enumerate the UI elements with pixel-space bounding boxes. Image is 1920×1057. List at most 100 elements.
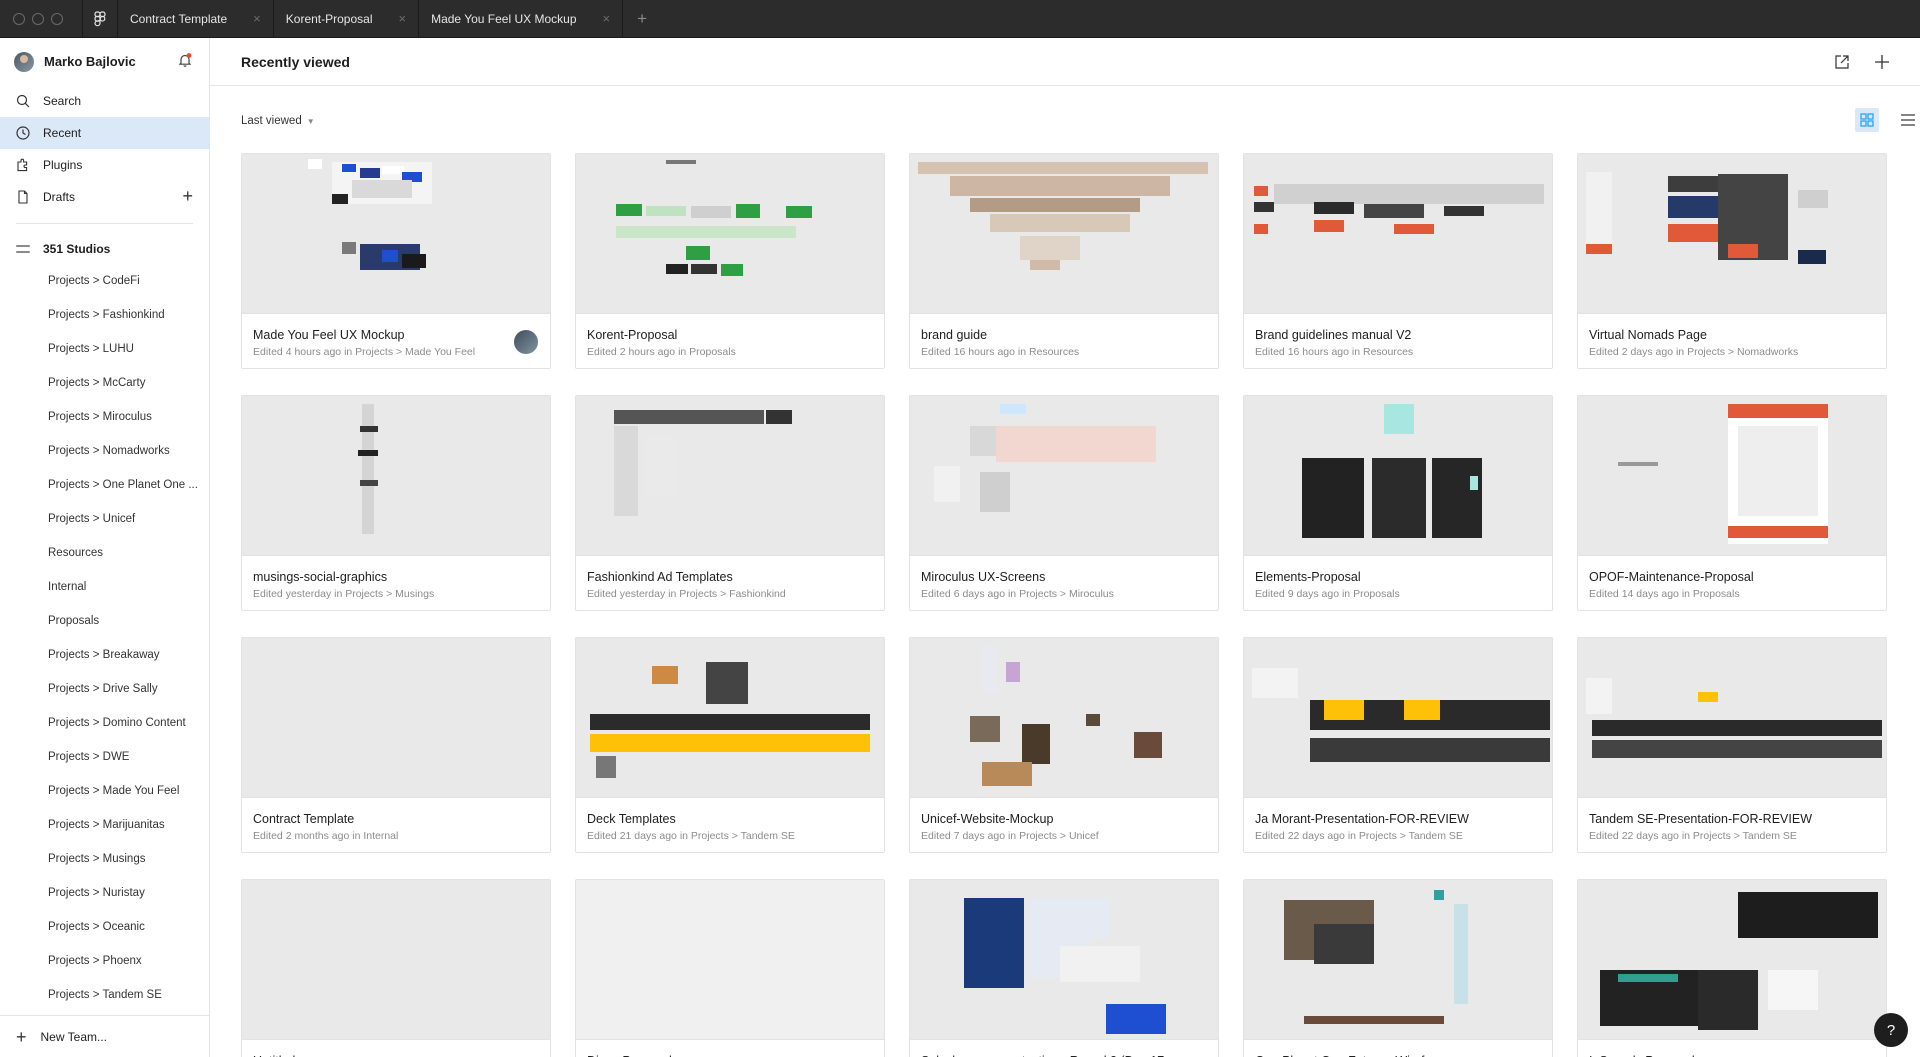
file-title: Deck Templates (587, 812, 676, 826)
sidebar-project-item[interactable]: Projects > Oceanic (0, 910, 209, 944)
file-thumbnail (910, 396, 1218, 556)
maximize-window-button[interactable] (51, 12, 63, 25)
team-header[interactable]: 351 Studios (0, 234, 209, 264)
file-card[interactable]: One Planet One Future - Wireframe (1243, 879, 1553, 1057)
tab-made-you-feel[interactable]: Made You Feel UX Mockup × (419, 0, 624, 37)
file-card[interactable]: Tandem SE-Presentation-FOR-REVIEW Edited … (1577, 637, 1887, 853)
file-title: Ja Morant-Presentation-FOR-REVIEW (1255, 812, 1469, 826)
sidebar-project-item[interactable]: Projects > CodeFi (0, 264, 209, 298)
file-card[interactable]: Deck Templates Edited 21 days ago in Proj… (575, 637, 885, 853)
account-menu[interactable]: Marko Bajlovic (0, 38, 209, 85)
file-thumbnail (1244, 638, 1552, 798)
file-card[interactable]: Brand guidelines manual V2 Edited 16 hour… (1243, 153, 1553, 369)
file-card[interactable]: Virtual Nomads Page Edited 2 days ago in … (1577, 153, 1887, 369)
file-card[interactable]: Unicef-Website-Mockup Edited 7 days ago i… (909, 637, 1219, 853)
thumbnail-shape (360, 426, 378, 432)
help-button[interactable]: ? (1874, 1013, 1908, 1047)
sidebar-project-item[interactable]: Projects > Domino Content (0, 706, 209, 740)
sort-dropdown[interactable]: Last viewed ▼ (241, 115, 315, 127)
sidebar-project-item[interactable]: Projects > Made You Feel (0, 774, 209, 808)
sidebar-project-item[interactable]: Projects > DWE (0, 740, 209, 774)
file-thumbnail (1578, 154, 1886, 314)
thumbnail-shape (666, 264, 688, 274)
tab-korent-proposal[interactable]: Korent-Proposal × (274, 0, 420, 37)
file-card[interactable]: Miroculus UX-Screens Edited 6 days ago in… (909, 395, 1219, 611)
thumbnail-shape (721, 264, 743, 276)
sidebar-project-item[interactable]: Projects > McCarty (0, 366, 209, 400)
sidebar-item-plugins[interactable]: Plugins (0, 149, 209, 181)
tab-contract-template[interactable]: Contract Template × (118, 0, 274, 37)
sidebar-item-drafts[interactable]: Drafts + (0, 181, 209, 213)
grid-view-icon[interactable] (1855, 108, 1879, 132)
file-card[interactable]: OPOF-Maintenance-Proposal Edited 14 days … (1577, 395, 1887, 611)
close-tab-icon[interactable]: × (253, 12, 261, 25)
file-card[interactable]: Made You Feel UX Mockup Edited 4 hours ag… (241, 153, 551, 369)
divider (16, 223, 193, 224)
file-thumbnail (1578, 396, 1886, 556)
sidebar-project-item[interactable]: Projects > Tandem SE (0, 978, 209, 1012)
sidebar-project-item[interactable]: Resources (0, 536, 209, 570)
import-icon[interactable] (1832, 52, 1852, 72)
user-name: Marko Bajlovic (44, 54, 136, 69)
sidebar-project-item[interactable]: Projects > LUHU (0, 332, 209, 366)
thumbnail-shape (1254, 186, 1268, 196)
file-card[interactable]: musings-social-graphics Edited yesterday … (241, 395, 551, 611)
thumbnail-shape (596, 756, 616, 778)
window-controls (0, 0, 82, 37)
file-card[interactable]: Contract Template Edited 2 months ago in … (241, 637, 551, 853)
sidebar-project-item[interactable]: Projects > Marijuanitas (0, 808, 209, 842)
new-team-button[interactable]: + New Team... (0, 1015, 209, 1057)
file-title: Brand guidelines manual V2 (1255, 328, 1412, 342)
sidebar-project-item[interactable]: Projects > Drive Sally (0, 672, 209, 706)
file-card[interactable]: Dinex Proposal (575, 879, 885, 1057)
sidebar-project-item[interactable]: Projects > Fashionkind (0, 298, 209, 332)
sidebar-project-item[interactable]: Internal (0, 570, 209, 604)
avatar (514, 330, 538, 354)
thumbnail-shape (616, 204, 642, 216)
sidebar-project-item[interactable]: Projects > Phoenx (0, 944, 209, 978)
close-window-button[interactable] (13, 12, 25, 25)
close-tab-icon[interactable]: × (398, 12, 406, 25)
sidebar-item-recent[interactable]: Recent (0, 117, 209, 149)
thumbnail-shape (1586, 678, 1612, 714)
figma-logo-icon[interactable] (82, 0, 118, 38)
sidebar-project-item[interactable]: Projects > Nomadworks (0, 434, 209, 468)
sidebar-project-item[interactable]: Projects > Unicef (0, 502, 209, 536)
sidebar-project-item[interactable]: Projects > Nuristay (0, 876, 209, 910)
chevron-down-icon: ▼ (306, 117, 315, 126)
list-view-icon[interactable] (1896, 108, 1920, 132)
file-card[interactable]: Splash page user testing - Round 2 (Dec … (909, 879, 1219, 1057)
plugin-icon (15, 157, 31, 173)
sidebar-project-item[interactable]: Projects > One Planet One ... (0, 468, 209, 502)
thumbnail-shape (382, 166, 404, 174)
sidebar-item-search[interactable]: Search (0, 85, 209, 117)
file-card[interactable]: Elements-Proposal Edited 9 days ago in Pr… (1243, 395, 1553, 611)
thumbnail-shape (1394, 224, 1434, 234)
file-card[interactable]: Untitled (241, 879, 551, 1057)
thumbnail-shape (1454, 904, 1468, 1004)
thumbnail-shape (1274, 184, 1544, 204)
sidebar-project-item[interactable]: Projects > Breakaway (0, 638, 209, 672)
thumbnail-shape (360, 480, 378, 486)
close-tab-icon[interactable]: × (603, 12, 611, 25)
thumbnail-shape (786, 206, 812, 218)
file-card[interactable]: Ja Morant-Presentation-FOR-REVIEW Edited … (1243, 637, 1553, 853)
sidebar-project-item[interactable]: Projects > Musings (0, 842, 209, 876)
new-file-icon[interactable] (1872, 52, 1892, 72)
minimize-window-button[interactable] (32, 12, 44, 25)
thumbnail-shape (1738, 892, 1878, 938)
add-tab-icon[interactable]: + (623, 0, 661, 37)
file-card[interactable]: Fashionkind Ad Templates Edited yesterday… (575, 395, 885, 611)
file-card[interactable]: brand guide Edited 16 hours ago in Resour… (909, 153, 1219, 369)
sidebar-project-item[interactable]: Proposals (0, 604, 209, 638)
add-draft-icon[interactable]: + (182, 187, 193, 205)
file-thumbnail (1244, 396, 1552, 556)
file-card[interactable]: Korent-Proposal Edited 2 hours ago in Pro… (575, 153, 885, 369)
thumbnail-shape (736, 204, 760, 218)
sidebar-project-item[interactable]: Projects > Miroculus (0, 400, 209, 434)
thumbnail-shape (990, 214, 1130, 232)
notification-bell-icon[interactable] (177, 52, 193, 71)
thumbnail-shape (646, 206, 686, 216)
thumbnail-shape (1006, 662, 1020, 682)
file-card[interactable]: InSoundz Proposal (1577, 879, 1887, 1057)
